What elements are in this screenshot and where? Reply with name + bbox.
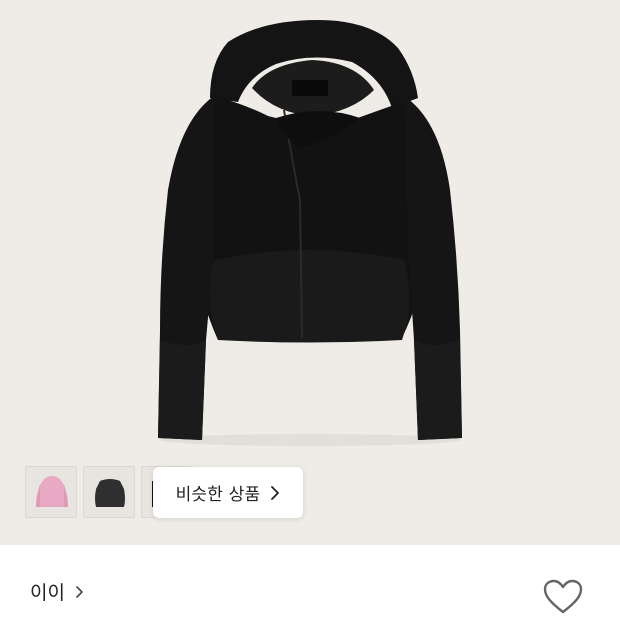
brand-name: 이이 xyxy=(30,582,65,604)
pink-hoodie-thumbnail xyxy=(36,476,68,507)
similar-products-label: 비슷한 상품 xyxy=(175,485,261,505)
thumbnail-pink-hoodie[interactable] xyxy=(25,466,77,518)
product-info-bar xyxy=(0,545,620,620)
product-detail-screen: 비슷한 상품 이이 xyxy=(0,0,620,620)
thumbnail-charcoal-top[interactable] xyxy=(83,466,135,518)
chevron-right-icon xyxy=(75,585,84,599)
favorite-button[interactable] xyxy=(542,578,584,616)
heart-outline-icon xyxy=(543,579,583,614)
brand-link[interactable]: 이이 xyxy=(30,578,84,605)
product-image[interactable] xyxy=(0,0,620,545)
charcoal-top-thumbnail xyxy=(95,479,125,507)
black-cropped-zip-hoodie-image xyxy=(158,20,462,446)
chevron-right-icon xyxy=(270,485,280,501)
similar-products-button[interactable]: 비슷한 상품 xyxy=(153,467,303,518)
